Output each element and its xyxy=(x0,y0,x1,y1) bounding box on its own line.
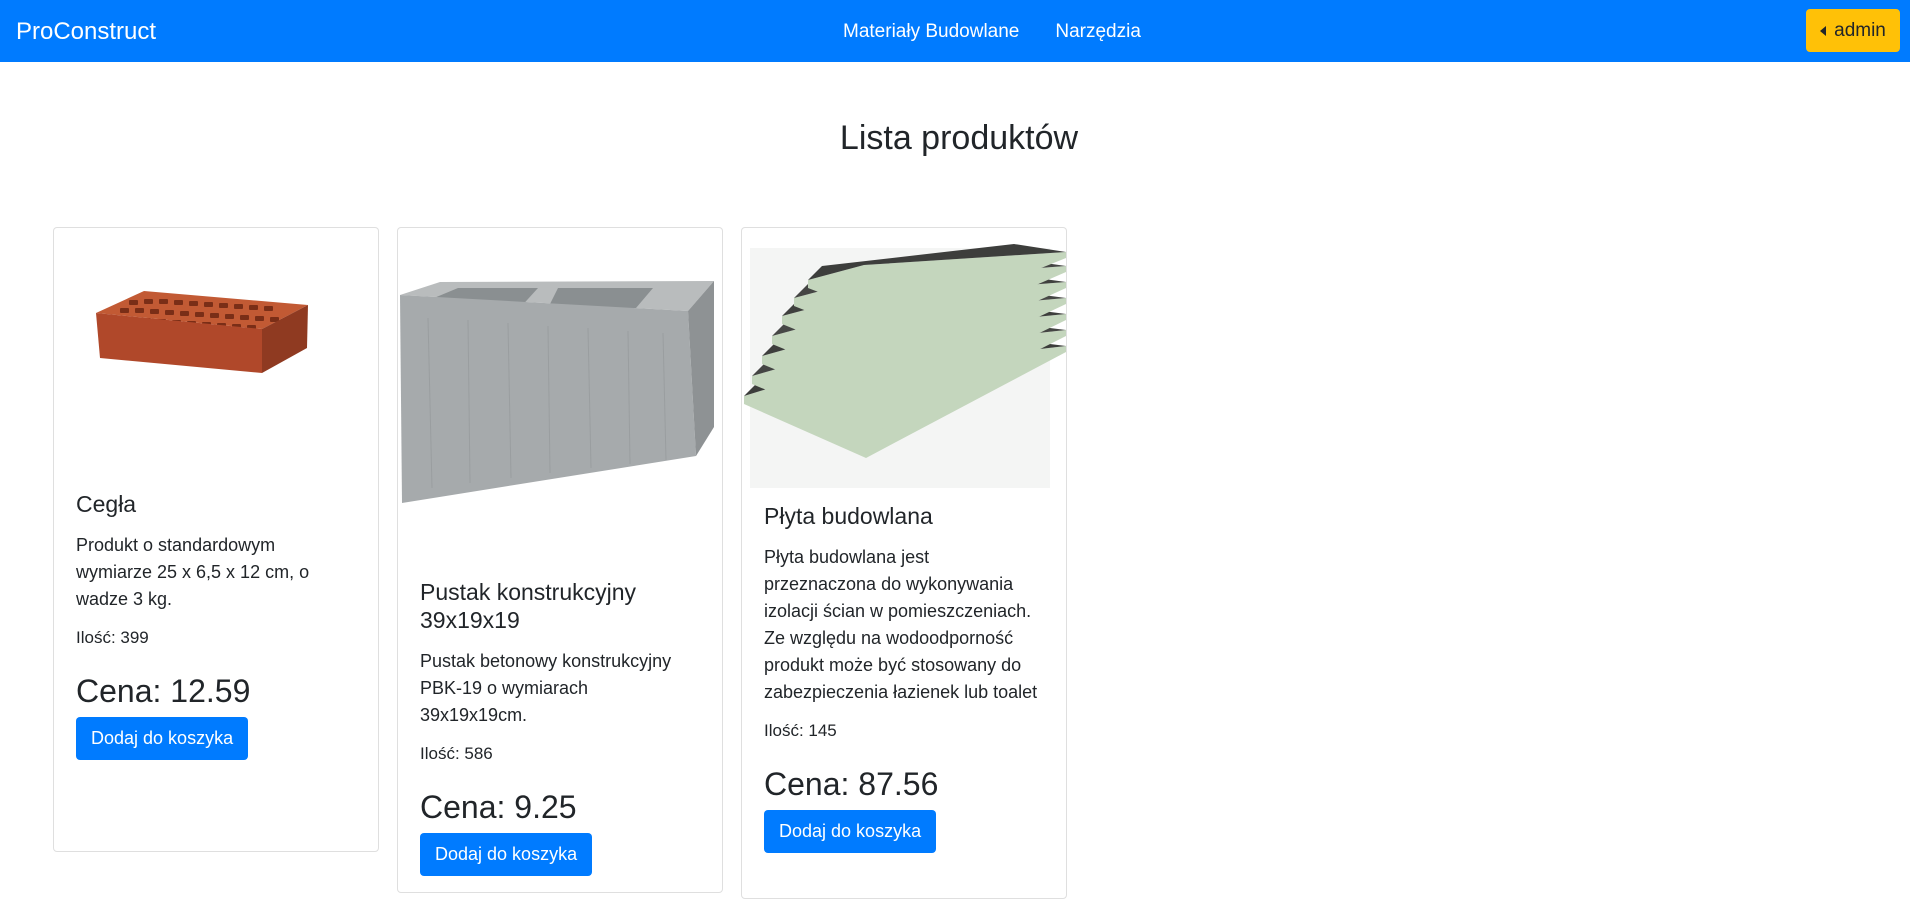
product-title: Płyta budowlana xyxy=(764,503,933,529)
card-body: Płyta budowlana Płyta budowlana jest prz… xyxy=(742,496,1066,853)
product-card: Pustak konstrukcyjny 39x19x19 Pustak bet… xyxy=(397,227,723,893)
product-quantity: Ilość: 399 xyxy=(76,628,149,647)
nav-link-materialy[interactable]: Materiały Budowlane xyxy=(843,20,1019,44)
product-description: Pustak betonowy konstrukcyjny PBK-19 o w… xyxy=(420,651,672,725)
product-title: Cegła xyxy=(76,491,137,517)
product-price: Cena: 87.56 xyxy=(764,766,939,802)
caret-left-icon xyxy=(1820,25,1827,36)
product-price: Cena: 9.25 xyxy=(420,789,577,825)
user-menu-button[interactable]: admin xyxy=(1806,9,1900,52)
add-to-cart-button[interactable]: Dodaj do koszyka xyxy=(764,810,937,853)
product-description: Produkt o standardowym wymiarze 25 x 6,5… xyxy=(76,535,310,609)
product-image-building-board xyxy=(742,228,1066,496)
nav-link-narzedzia[interactable]: Narzędzia xyxy=(1055,20,1141,44)
product-title: Pustak konstrukcyjny 39x19x19 xyxy=(420,579,637,633)
product-description: Płyta budowlana jest przeznaczona do wyk… xyxy=(764,547,1038,702)
navbar: ProConstruct Materiały Budowlane Narzędz… xyxy=(0,0,1910,62)
user-menu-label: admin xyxy=(1834,19,1886,41)
product-quantity: Ilość: 145 xyxy=(764,721,837,740)
product-image-brick xyxy=(54,228,378,490)
product-price: Cena: 12.59 xyxy=(76,673,251,709)
product-quantity: Ilość: 586 xyxy=(420,744,493,763)
product-card: Cegła Produkt o standardowym wymiarze 25… xyxy=(53,227,379,852)
add-to-cart-button[interactable]: Dodaj do koszyka xyxy=(420,833,593,876)
card-body: Cegła Produkt o standardowym wymiarze 25… xyxy=(54,490,378,760)
nav-links: Materiały Budowlane Narzędzia xyxy=(843,20,1141,44)
brand-logo[interactable]: ProConstruct xyxy=(16,18,156,46)
page-title: Lista produktów xyxy=(839,119,1079,157)
add-to-cart-button[interactable]: Dodaj do koszyka xyxy=(76,717,249,760)
product-image-concrete-block xyxy=(398,228,722,538)
product-card: Płyta budowlana Płyta budowlana jest prz… xyxy=(741,227,1067,899)
card-body: Pustak konstrukcyjny 39x19x19 Pustak bet… xyxy=(398,538,722,876)
